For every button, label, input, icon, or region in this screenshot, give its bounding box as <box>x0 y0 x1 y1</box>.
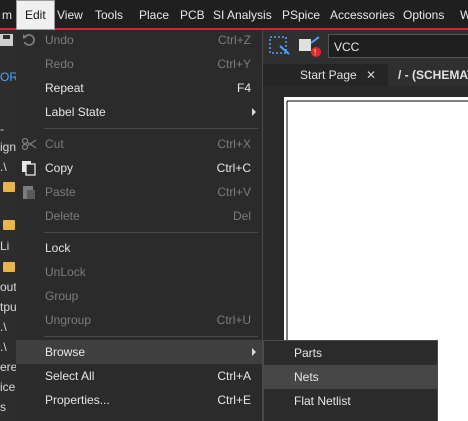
submenu-item-label: Nets <box>294 370 319 384</box>
tab-label: Start Page <box>300 68 357 82</box>
tree-text-5: Li <box>0 239 10 253</box>
menu-item-shortcut: Ctrl+Z <box>218 33 251 47</box>
menu-item-shortcut: Ctrl+C <box>216 161 251 175</box>
menu-item-label: Ungroup <box>45 313 92 327</box>
menu-window-partial[interactable]: W <box>452 0 468 28</box>
menu-options[interactable]: Options <box>395 0 452 28</box>
menu-separator <box>44 232 258 233</box>
tree-text-3: ign <box>0 140 16 154</box>
tree-text-1: ORI <box>0 70 16 84</box>
menu-item-label: Group <box>45 289 79 303</box>
submenu-item-flat-netlist[interactable]: Flat Netlist <box>264 389 437 413</box>
menu-item-unlock[interactable]: UnLock <box>16 260 262 284</box>
menu-item-shortcut: F4 <box>236 81 251 95</box>
menu-item-redo[interactable]: Redo Ctrl+Y <box>16 52 262 76</box>
paste-icon <box>21 184 37 200</box>
menu-item-label: Redo <box>45 57 74 71</box>
tab-schematic[interactable]: / - (SCHEMAT <box>388 64 468 86</box>
menu-item-repeat[interactable]: Repeat F4 <box>16 76 262 100</box>
menu-bar: m Edit View Tools Place PCB SI Analysis … <box>0 0 468 30</box>
menu-item-shortcut: Ctrl+X <box>217 137 251 151</box>
svg-text:!: ! <box>314 48 316 57</box>
menu-item-label: Repeat <box>45 81 84 95</box>
save-icon[interactable] <box>0 33 14 50</box>
tree-text-10: ere <box>0 360 16 374</box>
close-icon[interactable]: ✕ <box>366 64 376 86</box>
menu-item-paste[interactable]: Paste Ctrl+V <box>16 180 262 204</box>
menu-item-shortcut: Ctrl+U <box>216 313 251 327</box>
menu-view[interactable]: View <box>49 0 91 28</box>
menu-item-label: Browse <box>45 345 86 359</box>
menu-item-label-state[interactable]: Label State <box>16 100 262 124</box>
menu-item-select-all[interactable]: Select All Ctrl+A <box>16 364 262 388</box>
schematic-toolbar: ! VCC <box>262 30 468 64</box>
tree-text-8: .\ <box>0 320 7 334</box>
tree-text-2: - <box>0 122 4 136</box>
menu-item-label: Properties... <box>45 393 110 407</box>
submenu-arrow-icon <box>252 108 256 116</box>
submenu-item-label: Flat Netlist <box>294 394 351 408</box>
submenu-item-label: Parts <box>294 346 323 360</box>
submenu-arrow-icon <box>252 348 256 356</box>
menu-item-label: UnLock <box>45 265 86 279</box>
menu-place[interactable]: Place <box>131 0 177 28</box>
tree-text-7: tpu <box>0 300 16 314</box>
menu-item-shortcut: Ctrl+Y <box>217 57 251 71</box>
menu-item-label: Label State <box>45 105 106 119</box>
tree-text-6: out <box>0 280 16 294</box>
menu-separator <box>44 336 258 337</box>
menu-tools[interactable]: Tools <box>87 0 131 28</box>
menu-pspice[interactable]: PSpice <box>274 0 328 28</box>
net-combo-box[interactable]: VCC <box>328 34 468 58</box>
menu-item-label: Copy <box>45 161 74 175</box>
menu-item-label: Paste <box>45 185 76 199</box>
menu-item-group[interactable]: Group <box>16 284 262 308</box>
copy-icon <box>21 160 37 176</box>
undo-icon <box>21 32 37 48</box>
submenu-item-parts[interactable]: Parts <box>264 341 437 365</box>
menu-item-shortcut: Ctrl+E <box>217 393 251 407</box>
menu-si-analysis[interactable]: SI Analysis <box>205 0 280 28</box>
select-tool-icon[interactable] <box>267 34 291 61</box>
menu-item-label: Cut <box>45 137 64 151</box>
menu-item-shortcut: Ctrl+A <box>217 369 251 383</box>
submenu-item-nets[interactable]: Nets <box>264 365 437 389</box>
net-alias-icon[interactable]: ! <box>297 33 323 62</box>
scissors-icon <box>21 136 37 152</box>
menu-item-label: Select All <box>45 369 95 383</box>
menu-accessories[interactable]: Accessories <box>322 0 403 28</box>
menu-item-label: Delete <box>45 209 80 223</box>
menu-item-label: Undo <box>45 33 74 47</box>
menu-item-copy[interactable]: Copy Ctrl+C <box>16 156 262 180</box>
menu-item-lock[interactable]: Lock <box>16 236 262 260</box>
folder-icon <box>3 220 15 230</box>
project-tree-strip: ORI - ign .\ Li out tpu .\ .\ ere ice s <box>0 30 16 421</box>
tree-text-12: s <box>0 400 6 414</box>
menu-item-delete[interactable]: Delete Del <box>16 204 262 228</box>
browse-submenu: Parts Nets Flat Netlist <box>263 340 438 421</box>
menu-item-browse[interactable]: Browse <box>16 340 262 364</box>
tab-label: / - (SCHEMAT <box>398 68 468 82</box>
menu-item-shortcut: Del <box>232 209 251 223</box>
document-tabs: Start Page ✕ / - (SCHEMAT <box>262 64 468 86</box>
menu-item-properties[interactable]: Properties... Ctrl+E <box>16 388 262 412</box>
edit-menu-dropdown: Undo Ctrl+Z Redo Ctrl+Y Repeat F4 Label … <box>16 30 263 421</box>
tree-text-4: .\ <box>0 160 7 174</box>
tree-text-9: .\ <box>0 340 7 354</box>
menu-item-shortcut: Ctrl+V <box>217 185 251 199</box>
menu-item-cut[interactable]: Cut Ctrl+X <box>16 132 262 156</box>
menu-item-undo[interactable]: Undo Ctrl+Z <box>16 28 262 52</box>
menu-separator <box>44 128 258 129</box>
menu-item-label: Lock <box>45 241 71 255</box>
folder-icon <box>3 262 15 272</box>
menu-item-ungroup[interactable]: Ungroup Ctrl+U <box>16 308 262 332</box>
folder-icon <box>3 182 15 192</box>
net-combo-value: VCC <box>334 40 360 54</box>
tab-start-page[interactable]: Start Page ✕ <box>300 64 384 86</box>
tree-text-11: ice <box>0 380 16 394</box>
